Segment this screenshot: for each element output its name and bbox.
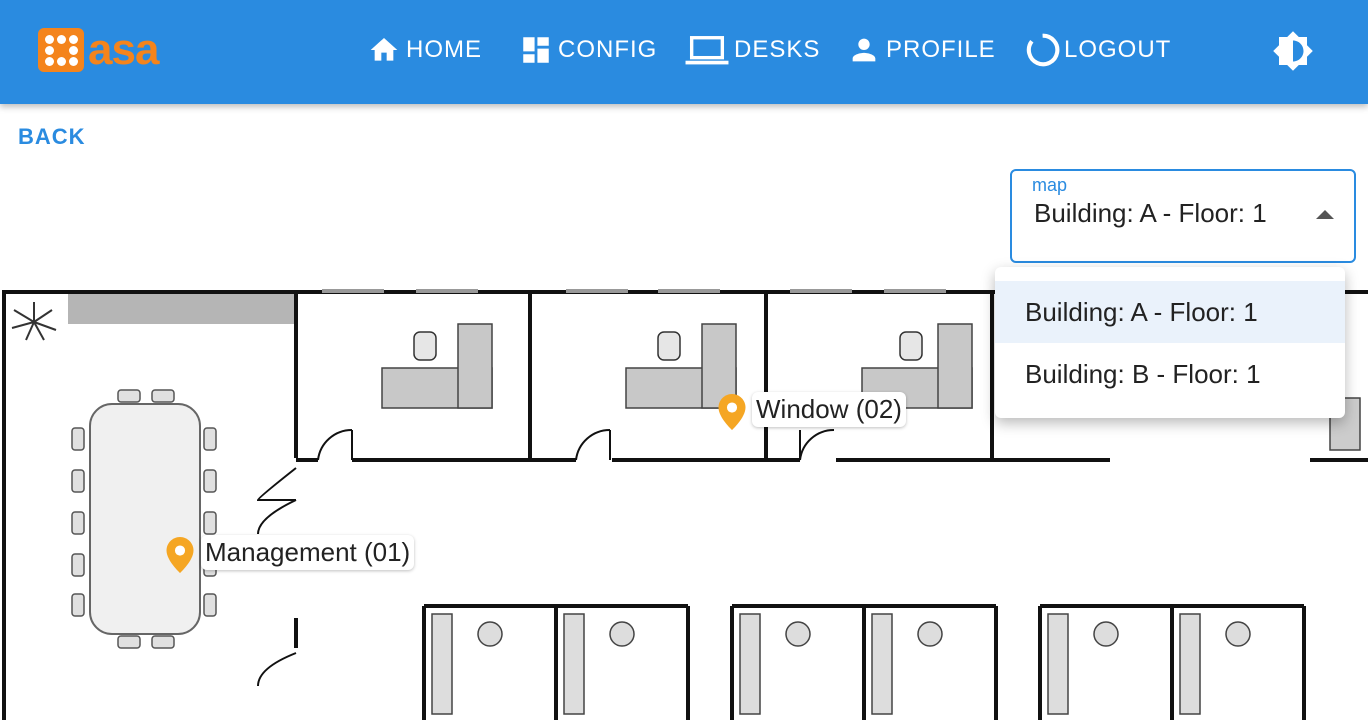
map-option-building-b[interactable]: Building: B - Floor: 1	[995, 343, 1345, 405]
nav-config-label: CONFIG	[558, 36, 658, 63]
logo[interactable]: asa	[38, 25, 159, 74]
map-select-menu: Building: A - Floor: 1 Building: B - Flo…	[995, 267, 1345, 418]
map-select-value: Building: A - Floor: 1	[1034, 198, 1267, 228]
map-option-building-a[interactable]: Building: A - Floor: 1	[995, 281, 1345, 343]
management-desk-pin-icon[interactable]	[166, 537, 194, 578]
laptop-icon	[685, 36, 729, 65]
home-icon	[370, 38, 398, 61]
logo-mark-icon	[38, 28, 84, 72]
window-desk-label[interactable]: Window (02)	[752, 392, 906, 427]
window-desk-pin-icon[interactable]	[718, 394, 746, 435]
nav-home[interactable]: HOME	[366, 30, 482, 70]
management-desk-label[interactable]: Management (01)	[201, 535, 415, 570]
app-bar: asa HOME CONFIG DESKS PROFILE LOGOUT	[0, 0, 1368, 104]
nav-logout[interactable]: LOGOUT	[1022, 30, 1171, 70]
brightness-icon	[1273, 31, 1313, 71]
dashboard-icon	[523, 37, 549, 63]
nav-config[interactable]: CONFIG	[518, 30, 657, 70]
nav-desks[interactable]: DESKS	[684, 30, 820, 70]
nav-home-label: HOME	[406, 36, 482, 63]
caret-up-icon[interactable]	[1316, 210, 1334, 219]
nav-profile-label: PROFILE	[886, 36, 996, 63]
logout-icon	[1026, 33, 1060, 67]
logo-text: asa	[88, 25, 159, 74]
theme-toggle-button[interactable]	[1272, 30, 1314, 72]
nav-desks-label: DESKS	[734, 36, 821, 63]
nav-profile[interactable]: PROFILE	[846, 30, 996, 70]
person-icon	[852, 38, 876, 62]
back-button[interactable]: BACK	[18, 124, 86, 150]
map-select-label: map	[1024, 174, 1076, 196]
nav-logout-label: LOGOUT	[1064, 36, 1172, 63]
